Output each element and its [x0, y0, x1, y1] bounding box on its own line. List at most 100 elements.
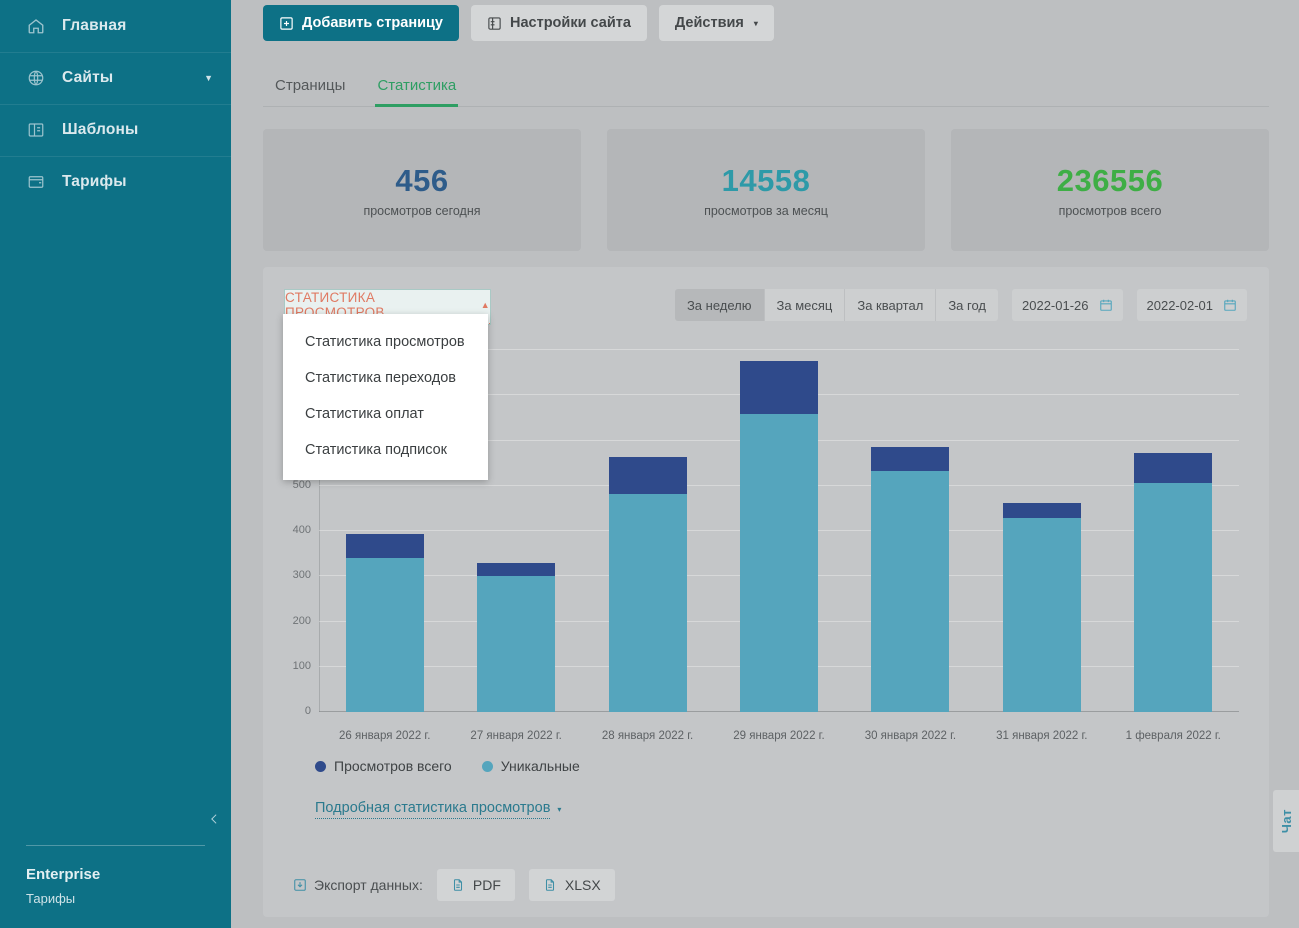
app-root: Главная Сайты ▼ Шаблоны Тарифы Enterpris… [0, 0, 1299, 928]
chart-bar[interactable] [477, 350, 556, 712]
legend-swatch [481, 760, 493, 772]
chart-y-tick-label: 500 [292, 478, 311, 491]
export-label-text: Экспорт данных: [314, 877, 423, 893]
add-page-label: Добавить страницу [302, 15, 443, 31]
stat-card-month: 14558 просмотров за месяц [607, 129, 925, 251]
chart-y-tick-label: 400 [292, 524, 311, 536]
stat-card-today: 456 просмотров сегодня [263, 129, 581, 251]
statistics-type-select[interactable]: СТАТИСТИКА ПРОСМОТРОВ ▲ Статистика просм… [283, 289, 491, 480]
chart-bar-slot [976, 350, 1107, 712]
sidebar-item-sites[interactable]: Сайты ▼ [0, 52, 231, 104]
legend-label: Уникальные [500, 758, 580, 774]
chart-bar[interactable] [739, 350, 818, 712]
file-icon [543, 877, 557, 893]
stat-card-label: просмотров всего [1058, 203, 1162, 218]
chart-bar-segment-unique [871, 471, 950, 712]
chart-x-tick-label: 30 января 2022 г. [864, 730, 957, 742]
stat-card-number: 14558 [721, 162, 811, 198]
chart-bar-segment-unique [345, 558, 424, 712]
sliders-icon [487, 16, 502, 31]
chart-bar[interactable] [1002, 350, 1081, 712]
legend-item-unique[interactable]: Уникальные [481, 758, 580, 774]
chart-x-tick-label: 26 января 2022 г. [339, 730, 431, 742]
tab-statistics[interactable]: Статистика [375, 77, 459, 107]
chart-x-tick-label: 1 февраля 2022 г. [1125, 730, 1221, 742]
chart-x-axis-labels: 26 января 2022 г. 27 января 2022 г. 28 янв… [319, 730, 1239, 742]
chevron-down-icon: ▾ [557, 805, 562, 814]
sidebar-item-label: Тарифы [62, 173, 127, 190]
chart-x-tick-label: 27 января 2022 г. [470, 730, 562, 742]
actions-label: Действия [674, 15, 744, 31]
main-content: Добавить страницу Настройки сайта Действ… [231, 0, 1299, 928]
chart-x-tick-label: 31 января 2022 г. [996, 730, 1088, 742]
export-pdf-label: PDF [472, 877, 501, 893]
chevron-down-icon: ▾ [753, 18, 758, 28]
chat-tab-button[interactable]: Чат [1273, 790, 1299, 852]
chart-bar-slot [713, 350, 844, 712]
dropdown-item-subscriptions[interactable]: Статистика подписок [283, 432, 488, 468]
legend-label: Просмотров всего [334, 758, 452, 774]
chart-bar[interactable] [608, 350, 687, 712]
chart-bar-slot [582, 350, 713, 712]
panel-header: СТАТИСТИКА ПРОСМОТРОВ ▲ Статистика просм… [283, 289, 1247, 480]
chevron-up-icon: ▲ [480, 300, 490, 310]
wallet-icon [26, 172, 46, 192]
plus-box-icon [279, 16, 294, 31]
site-settings-label: Настройки сайта [510, 15, 631, 31]
tab-pages[interactable]: Страницы [273, 77, 347, 106]
date-to-input[interactable]: 2022-02-01 [1136, 289, 1247, 321]
stat-card-label: просмотров за месяц [704, 203, 828, 218]
sidebar-collapse-button[interactable] [203, 808, 225, 830]
date-from-input[interactable]: 2022-01-26 [1012, 289, 1123, 321]
legend-swatch [315, 760, 326, 772]
statistics-panel: СТАТИСТИКА ПРОСМОТРОВ ▲ Статистика просм… [263, 267, 1269, 917]
date-from-value: 2022-01-26 [1022, 297, 1089, 313]
export-xlsx-button[interactable]: XLSX [528, 869, 615, 901]
detailed-statistics-link[interactable]: Подробная статистика просмотров ▾ [285, 800, 561, 819]
chart-bar-segment-unique [1002, 518, 1081, 712]
period-segmented-control: За неделю За месяц За квартал За год [674, 289, 998, 321]
dropdown-item-views[interactable]: Статистика просмотров [283, 324, 488, 360]
download-icon [293, 878, 307, 892]
period-filters: За неделю За месяц За квартал За год 202… [674, 289, 1247, 321]
tabs: Страницы Статистика [263, 77, 1269, 107]
chart-x-tick-label: 29 января 2022 г. [733, 730, 825, 742]
site-settings-button[interactable]: Настройки сайта [471, 5, 647, 41]
calendar-icon[interactable] [1099, 298, 1113, 312]
chart-bar[interactable] [1134, 350, 1213, 712]
chart-legend: Просмотров всего Уникальные [285, 758, 1247, 774]
sidebar-item-label: Главная [62, 17, 127, 34]
calendar-icon[interactable] [1223, 298, 1237, 312]
divider [26, 845, 205, 846]
add-page-button[interactable]: Добавить страницу [263, 5, 459, 41]
period-year-button[interactable]: За год [936, 289, 998, 321]
chart-bar-segment-unique [739, 414, 818, 712]
chevron-down-icon: ▼ [204, 72, 213, 83]
stat-card-number: 236556 [1056, 162, 1164, 198]
legend-item-total[interactable]: Просмотров всего [315, 758, 452, 774]
stat-card-number: 456 [395, 162, 449, 198]
plan-name: Enterprise [26, 866, 101, 883]
sidebar-footer: Enterprise Тарифы [0, 845, 231, 928]
export-pdf-button[interactable]: PDF [436, 869, 515, 901]
chart-bar-slot [1108, 350, 1239, 712]
export-xlsx-label: XLSX [564, 877, 601, 893]
actions-button[interactable]: Действия ▾ [658, 5, 774, 41]
date-to-value: 2022-02-01 [1146, 297, 1214, 313]
globe-icon [26, 68, 46, 88]
period-month-button[interactable]: За месяц [764, 289, 846, 321]
chart-bar[interactable] [871, 350, 950, 712]
dropdown-item-payments[interactable]: Статистика оплат [283, 396, 488, 432]
statistics-type-dropdown[interactable]: Статистика просмотров Статистика переход… [283, 314, 488, 480]
chart-y-tick-label: 0 [304, 705, 311, 717]
chart-y-tick-label: 200 [292, 614, 311, 627]
period-week-button[interactable]: За неделю [674, 289, 765, 321]
sidebar-item-templates[interactable]: Шаблоны [0, 104, 231, 156]
export-data-label: Экспорт данных: [293, 877, 423, 893]
chart-bar-segment-unique [608, 493, 687, 712]
dropdown-item-transitions[interactable]: Статистика переходов [283, 360, 488, 396]
sidebar-item-home[interactable]: Главная [0, 0, 231, 52]
stat-cards: 456 просмотров сегодня 14558 просмотров … [263, 129, 1269, 251]
period-quarter-button[interactable]: За квартал [845, 289, 937, 321]
sidebar-item-tariffs[interactable]: Тарифы [0, 156, 231, 208]
